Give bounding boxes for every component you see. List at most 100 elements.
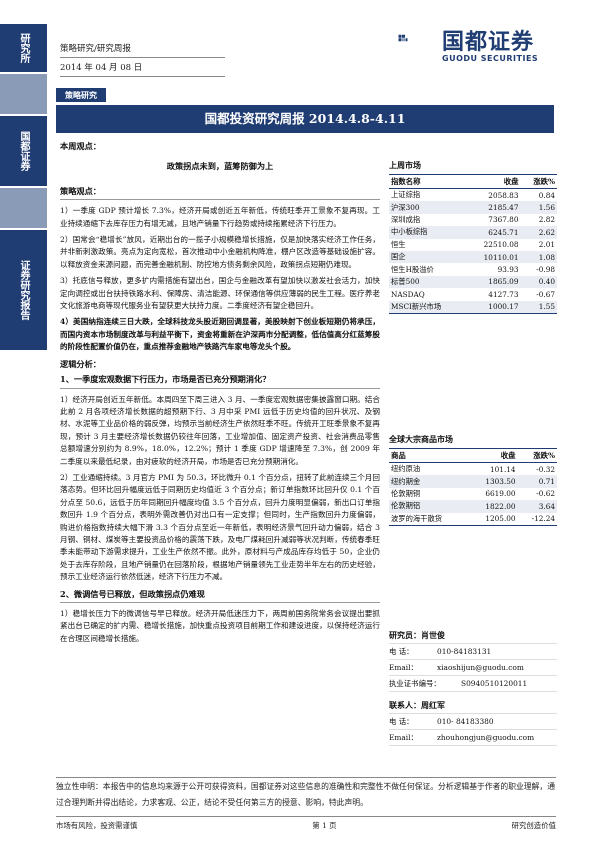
commodity-row: 纽约期金 1303.50 0.71 bbox=[389, 475, 557, 488]
cell-close: 1000.17 bbox=[465, 300, 521, 314]
analyst-row: 研究员： 肖世俊 bbox=[389, 628, 557, 644]
analyst-label: 研究员： bbox=[389, 630, 421, 640]
field-label: Email： bbox=[389, 663, 418, 672]
contact-phone-row: 电 话： 010- 84183380 bbox=[389, 714, 557, 730]
field-value: 010-84183131 bbox=[437, 647, 492, 656]
cell-name: 恒生H股溢价 bbox=[391, 264, 434, 274]
cell-close: 1303.50 bbox=[468, 475, 518, 488]
email-link[interactable]: zhouhongjun@guodu.com bbox=[437, 730, 534, 745]
sidebar-label-guodu: 国都证券 bbox=[18, 131, 29, 171]
cell-close: 7367.80 bbox=[488, 215, 519, 225]
cell-change: 0.71 bbox=[517, 475, 557, 488]
contact-row: 联系人： 周红军 bbox=[389, 698, 557, 714]
page-title: 国都投资研究周报 2014.4.8-4.11 bbox=[56, 105, 554, 133]
strategy-label: 策略观点： bbox=[60, 185, 380, 201]
footer-right: 研究创造价值 bbox=[511, 821, 556, 830]
market-row: 沪深300 2185.47 1.56 bbox=[389, 201, 557, 214]
cell-name: 纽约期金 bbox=[389, 475, 469, 488]
market-row: 上证综指 2058.83 0.84 bbox=[389, 189, 557, 202]
field-label: 执业证书编号： bbox=[389, 679, 441, 688]
market-row: 中小板综指 6245.71 2.62 bbox=[389, 226, 557, 239]
col-header: 收盘 bbox=[468, 449, 518, 463]
col-header: 指数名称 bbox=[389, 175, 466, 189]
section-1-para-2: 2）工业通缩持续。3 月官方 PMI 为 50.3，环比微升 0.1 个百分点，… bbox=[60, 472, 380, 582]
market-row: MSCI新兴市场 1000.17 1.55 bbox=[389, 300, 557, 314]
cell-name: 纽约原油 bbox=[391, 464, 421, 474]
commodity-title: 全球大宗商品市场 bbox=[389, 434, 557, 449]
cell-close: 1822.00 bbox=[468, 500, 518, 513]
logic-label: 逻辑分析： bbox=[60, 358, 101, 369]
sidebar-block bbox=[0, 74, 47, 114]
cell-change: -0.62 bbox=[536, 489, 555, 499]
cell-close: 6245.71 bbox=[465, 226, 521, 239]
cell-name: 恒生 bbox=[391, 239, 406, 249]
cell-close: 93.93 bbox=[497, 265, 519, 275]
cell-close: 22510.08 bbox=[483, 240, 519, 250]
analyst-name: 肖世俊 bbox=[421, 630, 445, 640]
cell-name: 波罗的海干散货 bbox=[391, 513, 443, 523]
col-header: 商品 bbox=[389, 449, 469, 463]
divider bbox=[60, 57, 225, 58]
col-header: 涨跌% bbox=[520, 175, 557, 189]
point-4: 4）美国纳指连续三日大跌，全球科技龙头股近期回调显著，美股映射下创业板短期仍将承… bbox=[60, 317, 380, 352]
cell-name: 伦敦期铝 bbox=[389, 500, 469, 513]
field-label: Email： bbox=[389, 733, 418, 742]
cell-name: 伦敦期铜 bbox=[391, 488, 421, 498]
cell-close: 1865.09 bbox=[465, 275, 521, 289]
main-content: 本周观点： 政策拐点未到，蓝筹防御为上 策略观点： 1）一季度 GDP 预计增长… bbox=[60, 140, 380, 649]
commodity-row: 伦敦期铜 6619.00 -0.62 bbox=[389, 488, 557, 500]
field-value: 010- 84183380 bbox=[437, 717, 494, 726]
field-label: 电 话： bbox=[389, 647, 414, 656]
cell-change: 1.08 bbox=[520, 250, 557, 264]
cell-change: 1.56 bbox=[520, 201, 557, 214]
footer-left: 市场有风险，投资需谨慎 bbox=[56, 821, 138, 830]
market-row: 国企 10110.01 1.08 bbox=[389, 250, 557, 264]
email-link[interactable]: xiaoshijun@guodu.com bbox=[437, 660, 524, 675]
section-1-para-1: 1）经济开局创近五年新低。本周四至下周三进入 3 月、一季度宏观数据密集披露窗口… bbox=[60, 394, 380, 466]
col-header: 收盘 bbox=[465, 175, 521, 189]
logo-text-en: GUODU SECURITIES bbox=[442, 54, 539, 63]
cell-name: 沪深300 bbox=[389, 201, 466, 214]
cell-change: 2.82 bbox=[538, 215, 555, 225]
cell-close: 4127.73 bbox=[488, 289, 519, 299]
cell-name: 国企 bbox=[389, 250, 466, 264]
market-table: 指数名称 收盘 涨跌% 上证综指 2058.83 0.84 沪深300 2185.47 1… bbox=[389, 175, 557, 314]
commodity-row: 纽约原油 101.14 -0.32 bbox=[389, 463, 557, 476]
cell-name: 深圳成指 bbox=[391, 214, 421, 224]
cell-change: 2.01 bbox=[538, 240, 555, 250]
point-2: 2）国常会“稳增长”放风，近期出台的一揽子小规模稳增长措施，仅是加快落实经济工作… bbox=[60, 235, 380, 269]
analyst-phone-row: 电 话： 010-84183131 bbox=[389, 644, 557, 660]
sidebar-label-research: 研究所 bbox=[18, 33, 29, 63]
market-title: 上周市场 bbox=[389, 160, 557, 175]
weekly-view-label: 本周观点： bbox=[60, 141, 101, 151]
cell-close: 2185.47 bbox=[465, 201, 521, 214]
commodity-row: 伦敦期铝 1822.00 3.64 bbox=[389, 500, 557, 513]
weekly-title: 政策拐点未到，蓝筹防御为上 bbox=[166, 161, 274, 172]
cell-change: 3.64 bbox=[517, 500, 557, 513]
analyst-email-row: Email： xiaoshijun@guodu.com bbox=[389, 660, 557, 676]
field-label: 电 话： bbox=[389, 717, 414, 726]
point-3: 3）托底信号释放，更多扩内需措施有望出台，国企与金融改革有望加快以激发社会活力，… bbox=[60, 276, 380, 311]
contact-name: 周红军 bbox=[421, 700, 445, 710]
cell-close: 2058.83 bbox=[488, 190, 519, 200]
section-2-para-1: 1）稳增长压力下的微调信号早已释放。经济开局低迷压力下，两周前国务院常务会议提出… bbox=[60, 609, 380, 643]
market-row: 恒生H股溢价 93.93 -0.98 bbox=[389, 263, 557, 275]
cell-change: 2.62 bbox=[520, 226, 557, 239]
market-panel: 上周市场 指数名称 收盘 涨跌% 上证综指 2058.83 0.84 沪深300 218… bbox=[389, 160, 557, 314]
market-row: NASDAQ 4127.73 -0.67 bbox=[389, 288, 557, 300]
cell-close: 101.14 bbox=[490, 464, 516, 474]
field-value: S0940510120011 bbox=[461, 679, 528, 688]
cell-change: 1.55 bbox=[520, 300, 557, 314]
contact-email-row: Email： zhouhongjun@guodu.com bbox=[389, 730, 557, 746]
cell-change: 0.40 bbox=[520, 275, 557, 289]
sidebar-block bbox=[0, 188, 47, 228]
cell-name: 上证综指 bbox=[391, 190, 421, 200]
guodu-logo-icon bbox=[398, 34, 408, 42]
cell-name: 标普500 bbox=[389, 275, 466, 289]
market-row: 深圳成指 7367.80 2.82 bbox=[389, 214, 557, 226]
header-meta: 策略研究/研究周报 2014 年 04 月 08 日 bbox=[60, 40, 142, 78]
logo-text-cn: 国都证券 bbox=[442, 30, 535, 55]
cell-change: -12.24 bbox=[531, 514, 555, 524]
cell-name: NASDAQ bbox=[391, 289, 425, 299]
sidebar: 研究所 国都证券 证券研究报告 bbox=[0, 0, 47, 842]
